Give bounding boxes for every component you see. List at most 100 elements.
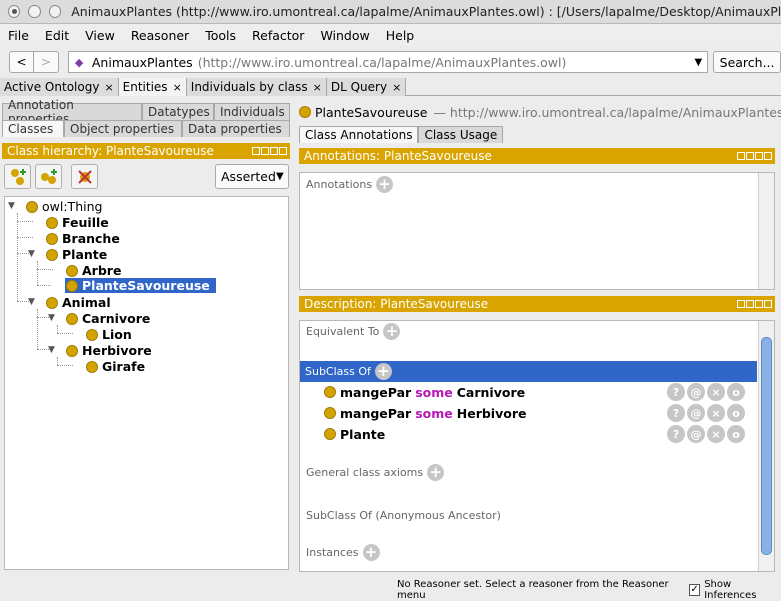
pin-icon[interactable] — [252, 147, 260, 155]
collapse-icon[interactable]: ▼ — [8, 201, 15, 211]
minimize-window-button[interactable] — [28, 5, 41, 18]
add-annotation-button[interactable]: + — [376, 176, 394, 193]
edit-button[interactable]: o — [727, 383, 745, 401]
add-subclass-icon — [10, 168, 26, 185]
class-view-tabs: Class Annotations Class Usage — [299, 126, 504, 143]
tab-individuals[interactable]: Individuals — [214, 103, 290, 120]
class-tree[interactable]: ▼ owl:Thing Feuille Branche ▼ Plante Arb… — [4, 196, 289, 570]
tab-dl-query[interactable]: DL Query × — [326, 78, 407, 96]
maximize-icon[interactable] — [755, 152, 763, 160]
tree-node-lion[interactable]: Lion — [86, 327, 132, 342]
close-icon[interactable]: × — [173, 81, 182, 94]
float-icon[interactable] — [261, 147, 269, 155]
annotate-button[interactable]: @ — [687, 383, 705, 401]
edit-button[interactable]: o — [727, 425, 745, 443]
collapse-icon[interactable]: ▼ — [48, 345, 55, 355]
add-sibling-button[interactable] — [35, 164, 62, 189]
collapse-icon[interactable]: ▼ — [28, 249, 35, 259]
tree-node-animal[interactable]: Animal — [46, 295, 111, 310]
subclass-axiom-row[interactable]: Plante — [324, 425, 385, 443]
collapse-icon[interactable]: ▼ — [28, 297, 35, 307]
annotations-scrollbar[interactable] — [758, 173, 774, 289]
close-icon[interactable] — [279, 147, 287, 155]
explain-button[interactable]: ? — [667, 425, 685, 443]
close-icon[interactable]: × — [104, 81, 113, 94]
tab-object-properties[interactable]: Object properties — [64, 120, 182, 137]
zoom-window-button[interactable] — [48, 5, 62, 18]
tree-node-plantesavoureuse[interactable]: PlanteSavoureuse — [64, 277, 217, 294]
tab-annotation-properties[interactable]: Annotation properties — [2, 98, 142, 126]
add-instance-button[interactable]: + — [362, 544, 380, 561]
scroll-thumb[interactable] — [761, 337, 772, 555]
float-icon[interactable] — [746, 152, 754, 160]
forward-button[interactable]: > — [33, 51, 59, 73]
menu-file[interactable]: File — [0, 28, 37, 43]
description-scrollbar[interactable] — [758, 321, 774, 571]
subclass-axiom-row[interactable]: mangePar some Carnivore — [324, 383, 525, 401]
annotate-button[interactable]: @ — [687, 425, 705, 443]
delete-class-button[interactable] — [71, 164, 98, 189]
search-button[interactable]: Search... — [713, 51, 781, 73]
tab-class-annotations[interactable]: Class Annotations — [299, 126, 419, 143]
tab-class-usage[interactable]: Class Usage — [418, 126, 504, 143]
add-sibling-icon — [40, 168, 57, 184]
menu-window[interactable]: Window — [312, 28, 377, 43]
float-icon[interactable] — [746, 300, 754, 308]
tab-classes[interactable]: Classes — [2, 120, 64, 137]
tree-node-girafe[interactable]: Girafe — [86, 359, 145, 374]
tree-node-arbre[interactable]: Arbre — [66, 263, 121, 278]
close-window-button[interactable] — [8, 5, 21, 18]
show-inferences-label: Show Inferences — [704, 578, 757, 601]
pin-icon[interactable] — [737, 300, 745, 308]
annotations-panel: Annotations + — [299, 172, 775, 290]
delete-button[interactable]: × — [707, 404, 725, 422]
tree-node-carnivore[interactable]: Carnivore — [66, 311, 150, 326]
tree-node-feuille[interactable]: Feuille — [46, 215, 109, 230]
annotate-button[interactable]: @ — [687, 404, 705, 422]
tree-node-owl-thing[interactable]: owl:Thing — [26, 199, 102, 214]
close-icon[interactable] — [764, 152, 772, 160]
explain-button[interactable]: ? — [667, 383, 685, 401]
back-button[interactable]: < — [9, 51, 34, 73]
ontology-diamond-icon: ◆ — [74, 55, 84, 69]
menu-view[interactable]: View — [77, 28, 123, 43]
tab-individuals-by-class[interactable]: Individuals by class × — [186, 78, 327, 96]
view-controls — [737, 300, 772, 308]
tree-node-branche[interactable]: Branche — [46, 231, 120, 246]
tab-datatypes[interactable]: Datatypes — [142, 103, 214, 120]
close-icon[interactable]: × — [313, 81, 322, 94]
menu-tools[interactable]: Tools — [197, 28, 244, 43]
anonymous-ancestor-label: SubClass Of (Anonymous Ancestor) — [306, 509, 501, 522]
show-inferences-checkbox[interactable]: ✓ — [688, 583, 701, 596]
menu-refactor[interactable]: Refactor — [244, 28, 312, 43]
tab-active-ontology[interactable]: Active Ontology × — [0, 78, 119, 96]
close-icon[interactable]: × — [392, 81, 401, 94]
menu-help[interactable]: Help — [378, 28, 423, 43]
add-superclass-button[interactable]: + — [374, 363, 392, 380]
menu-edit[interactable]: Edit — [37, 28, 77, 43]
pin-icon[interactable] — [737, 152, 745, 160]
tree-node-plante[interactable]: Plante — [46, 247, 107, 262]
collapse-icon[interactable]: ▼ — [48, 313, 55, 323]
close-icon[interactable] — [764, 300, 772, 308]
class-icon — [46, 296, 58, 309]
tab-entities[interactable]: Entities × — [118, 78, 187, 96]
tab-data-properties[interactable]: Data properties — [182, 120, 290, 137]
maximize-icon[interactable] — [755, 300, 763, 308]
general-axioms-label: General class axioms — [306, 466, 424, 479]
class-icon — [46, 216, 58, 229]
explain-button[interactable]: ? — [667, 404, 685, 422]
add-subclass-button[interactable] — [4, 164, 31, 189]
maximize-icon[interactable] — [270, 147, 278, 155]
add-equivalent-button[interactable]: + — [383, 323, 401, 340]
ontology-selector[interactable]: ◆ AnimauxPlantes (http://www.iro.umontre… — [67, 51, 709, 73]
delete-button[interactable]: × — [707, 425, 725, 443]
add-general-axiom-button[interactable]: + — [427, 464, 445, 481]
subclass-axiom-row[interactable]: mangePar some Herbivore — [324, 404, 526, 422]
edit-button[interactable]: o — [727, 404, 745, 422]
tree-node-herbivore[interactable]: Herbivore — [66, 343, 152, 358]
menu-reasoner[interactable]: Reasoner — [123, 28, 197, 43]
hierarchy-mode-select[interactable]: Asserted ▼ — [215, 164, 289, 189]
chevron-down-icon[interactable]: ▼ — [694, 57, 702, 68]
delete-button[interactable]: × — [707, 383, 725, 401]
